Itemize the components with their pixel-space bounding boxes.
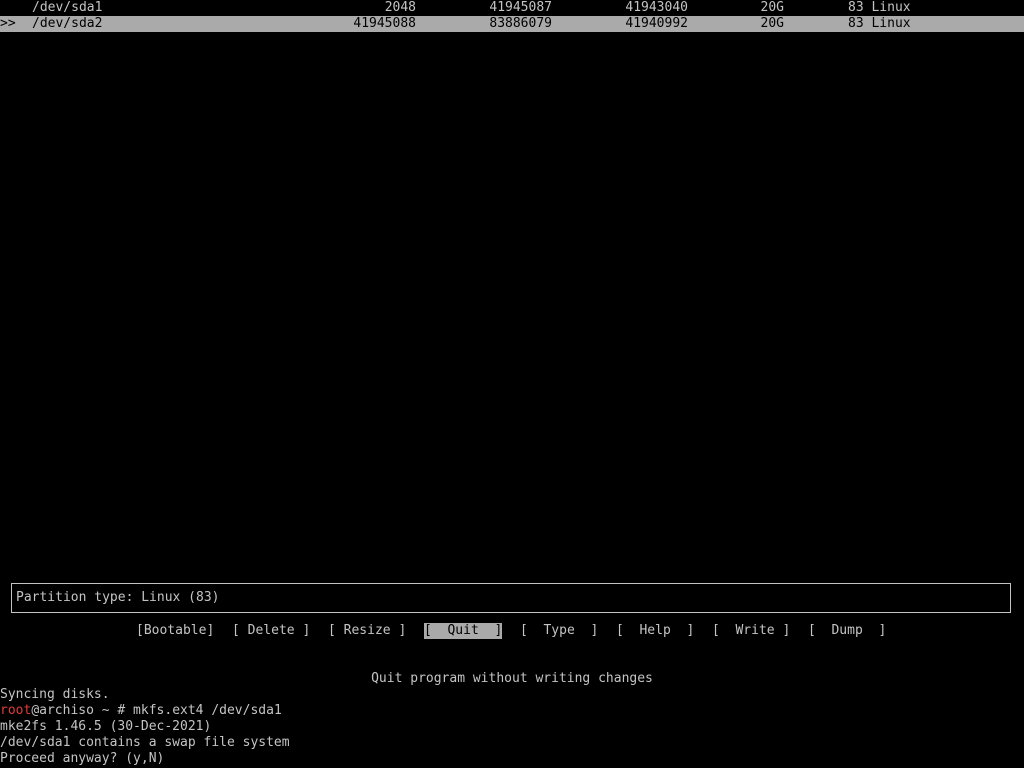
terminal-line-mke2fs: mke2fs 1.46.5 (30-Dec-2021): [0, 719, 212, 734]
partition-size: 20G: [760, 0, 784, 15]
terminal-line-proceed[interactable]: Proceed anyway? (y,N): [0, 751, 164, 767]
terminal-command-line: root@archiso ~ # mkfs.ext4 /dev/sda1: [0, 703, 282, 719]
action-menu: [Bootable] [ Delete ] [ Resize ] [ Quit …: [0, 623, 1024, 639]
partition-row-sda1[interactable]: /dev/sda1 2048 41945087 41943040 20G 83 …: [0, 0, 1024, 16]
terminal-line-sync: Syncing disks.: [0, 687, 110, 702]
bootable-button[interactable]: [Bootable]: [136, 623, 214, 639]
partition-info-box: Partition type: Linux (83): [11, 583, 1011, 613]
end-sector: 41945087: [489, 0, 552, 15]
terminal-line-warning: /dev/sda1 contains a swap file system: [0, 735, 290, 750]
sector-count: 41943040: [625, 0, 688, 15]
start-sector: 41945088: [353, 16, 416, 31]
prompt-command: @archiso ~ # mkfs.ext4 /dev/sda1: [31, 703, 282, 718]
delete-button[interactable]: [ Delete ]: [232, 623, 310, 639]
device-name: /dev/sda1: [32, 0, 103, 15]
partition-type: 83 Linux: [848, 16, 911, 31]
resize-button[interactable]: [ Resize ]: [328, 623, 406, 639]
partition-type: 83 Linux: [848, 0, 911, 15]
dump-button[interactable]: [ Dump ]: [808, 623, 886, 639]
menu-hint: Quit program without writing changes: [371, 671, 653, 686]
partition-size: 20G: [760, 16, 784, 31]
quit-button[interactable]: [ Quit ]: [424, 623, 503, 639]
row-marker: >>: [0, 16, 16, 31]
device-name: /dev/sda2: [32, 16, 103, 31]
start-sector: 2048: [384, 0, 416, 15]
help-button[interactable]: [ Help ]: [616, 623, 694, 639]
partition-type-info: Partition type: Linux (83): [16, 590, 220, 605]
type-button[interactable]: [ Type ]: [520, 623, 598, 639]
write-button[interactable]: [ Write ]: [712, 623, 790, 639]
partition-row-sda2[interactable]: >> /dev/sda2 41945088 83886079 41940992 …: [0, 16, 1024, 32]
sector-count: 41940992: [625, 16, 688, 31]
end-sector: 83886079: [489, 16, 552, 31]
prompt-user: root: [0, 703, 32, 718]
